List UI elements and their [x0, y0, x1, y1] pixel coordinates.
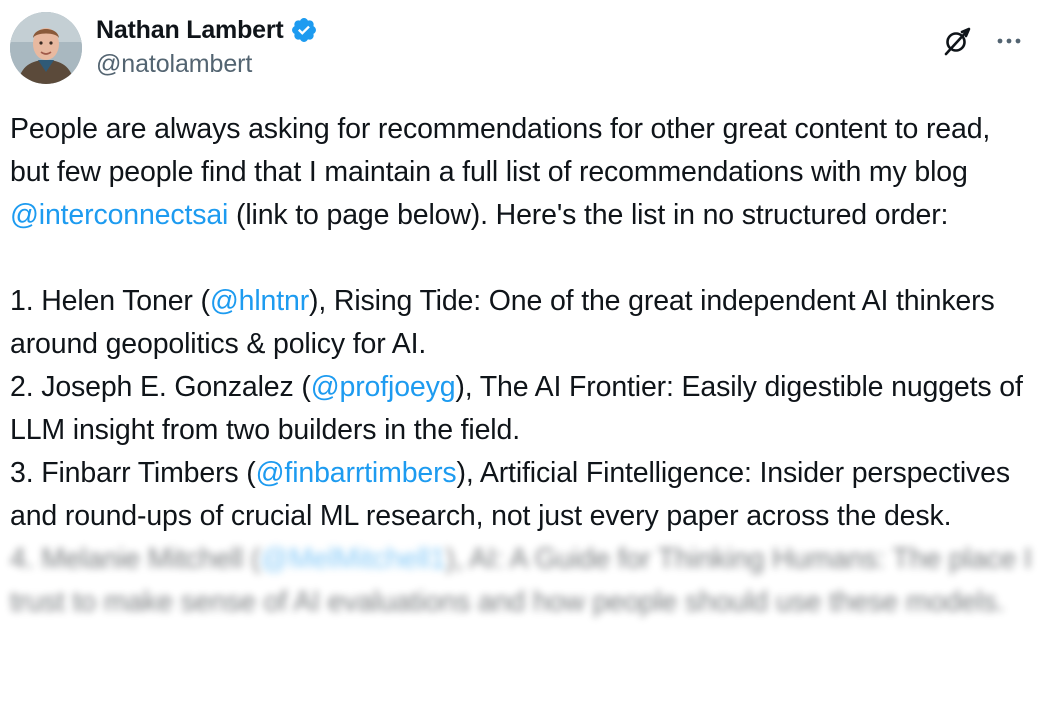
header-actions	[942, 26, 1024, 56]
list-item: 3. Finbarr Timbers (@finbarrtimbers), Ar…	[10, 452, 1034, 538]
mention-link[interactable]: @finbarrtimbers	[256, 457, 457, 489]
list-item: 2. Joseph E. Gonzalez (@profjoeyg), The …	[10, 366, 1034, 452]
grok-icon[interactable]	[942, 26, 972, 56]
tweet: Nathan Lambert @natolambert People are a…	[0, 0, 1040, 722]
verified-badge-icon[interactable]	[290, 16, 318, 44]
avatar-image	[10, 12, 82, 84]
tweet-text: People are always asking for recommendat…	[10, 108, 1034, 624]
mention-link[interactable]: @interconnectsai	[10, 199, 228, 231]
tweet-intro: People are always asking for recommendat…	[10, 108, 1034, 237]
more-icon[interactable]	[994, 26, 1024, 56]
list-item-prefix: 2. Joseph E. Gonzalez (	[10, 371, 311, 403]
avatar[interactable]	[10, 12, 82, 84]
tweet-header: Nathan Lambert @natolambert	[8, 10, 1032, 86]
list-item-prefix: 4. Melanie Mitchell (	[10, 543, 261, 575]
intro-text-1: People are always asking for recommendat…	[10, 113, 991, 188]
mention-link[interactable]: @hlntnr	[210, 285, 309, 317]
author-handle[interactable]: @natolambert	[96, 50, 318, 79]
list-item: 1. Helen Toner (@hlntnr), Rising Tide: O…	[10, 280, 1034, 366]
display-name-row: Nathan Lambert	[96, 14, 318, 46]
intro-text-2: (link to page below). Here's the list in…	[228, 199, 949, 231]
list-item-blurred: 4. Melanie Mitchell (@MelMitchell1), AI:…	[10, 538, 1034, 624]
author-block: Nathan Lambert @natolambert	[96, 14, 318, 79]
display-name[interactable]: Nathan Lambert	[96, 16, 284, 45]
mention-link[interactable]: @MelMitchell1	[260, 543, 446, 575]
list-item-prefix: 1. Helen Toner (	[10, 285, 210, 317]
list-item-prefix: 3. Finbarr Timbers (	[10, 457, 256, 489]
mention-link[interactable]: @profjoeyg	[311, 371, 456, 403]
